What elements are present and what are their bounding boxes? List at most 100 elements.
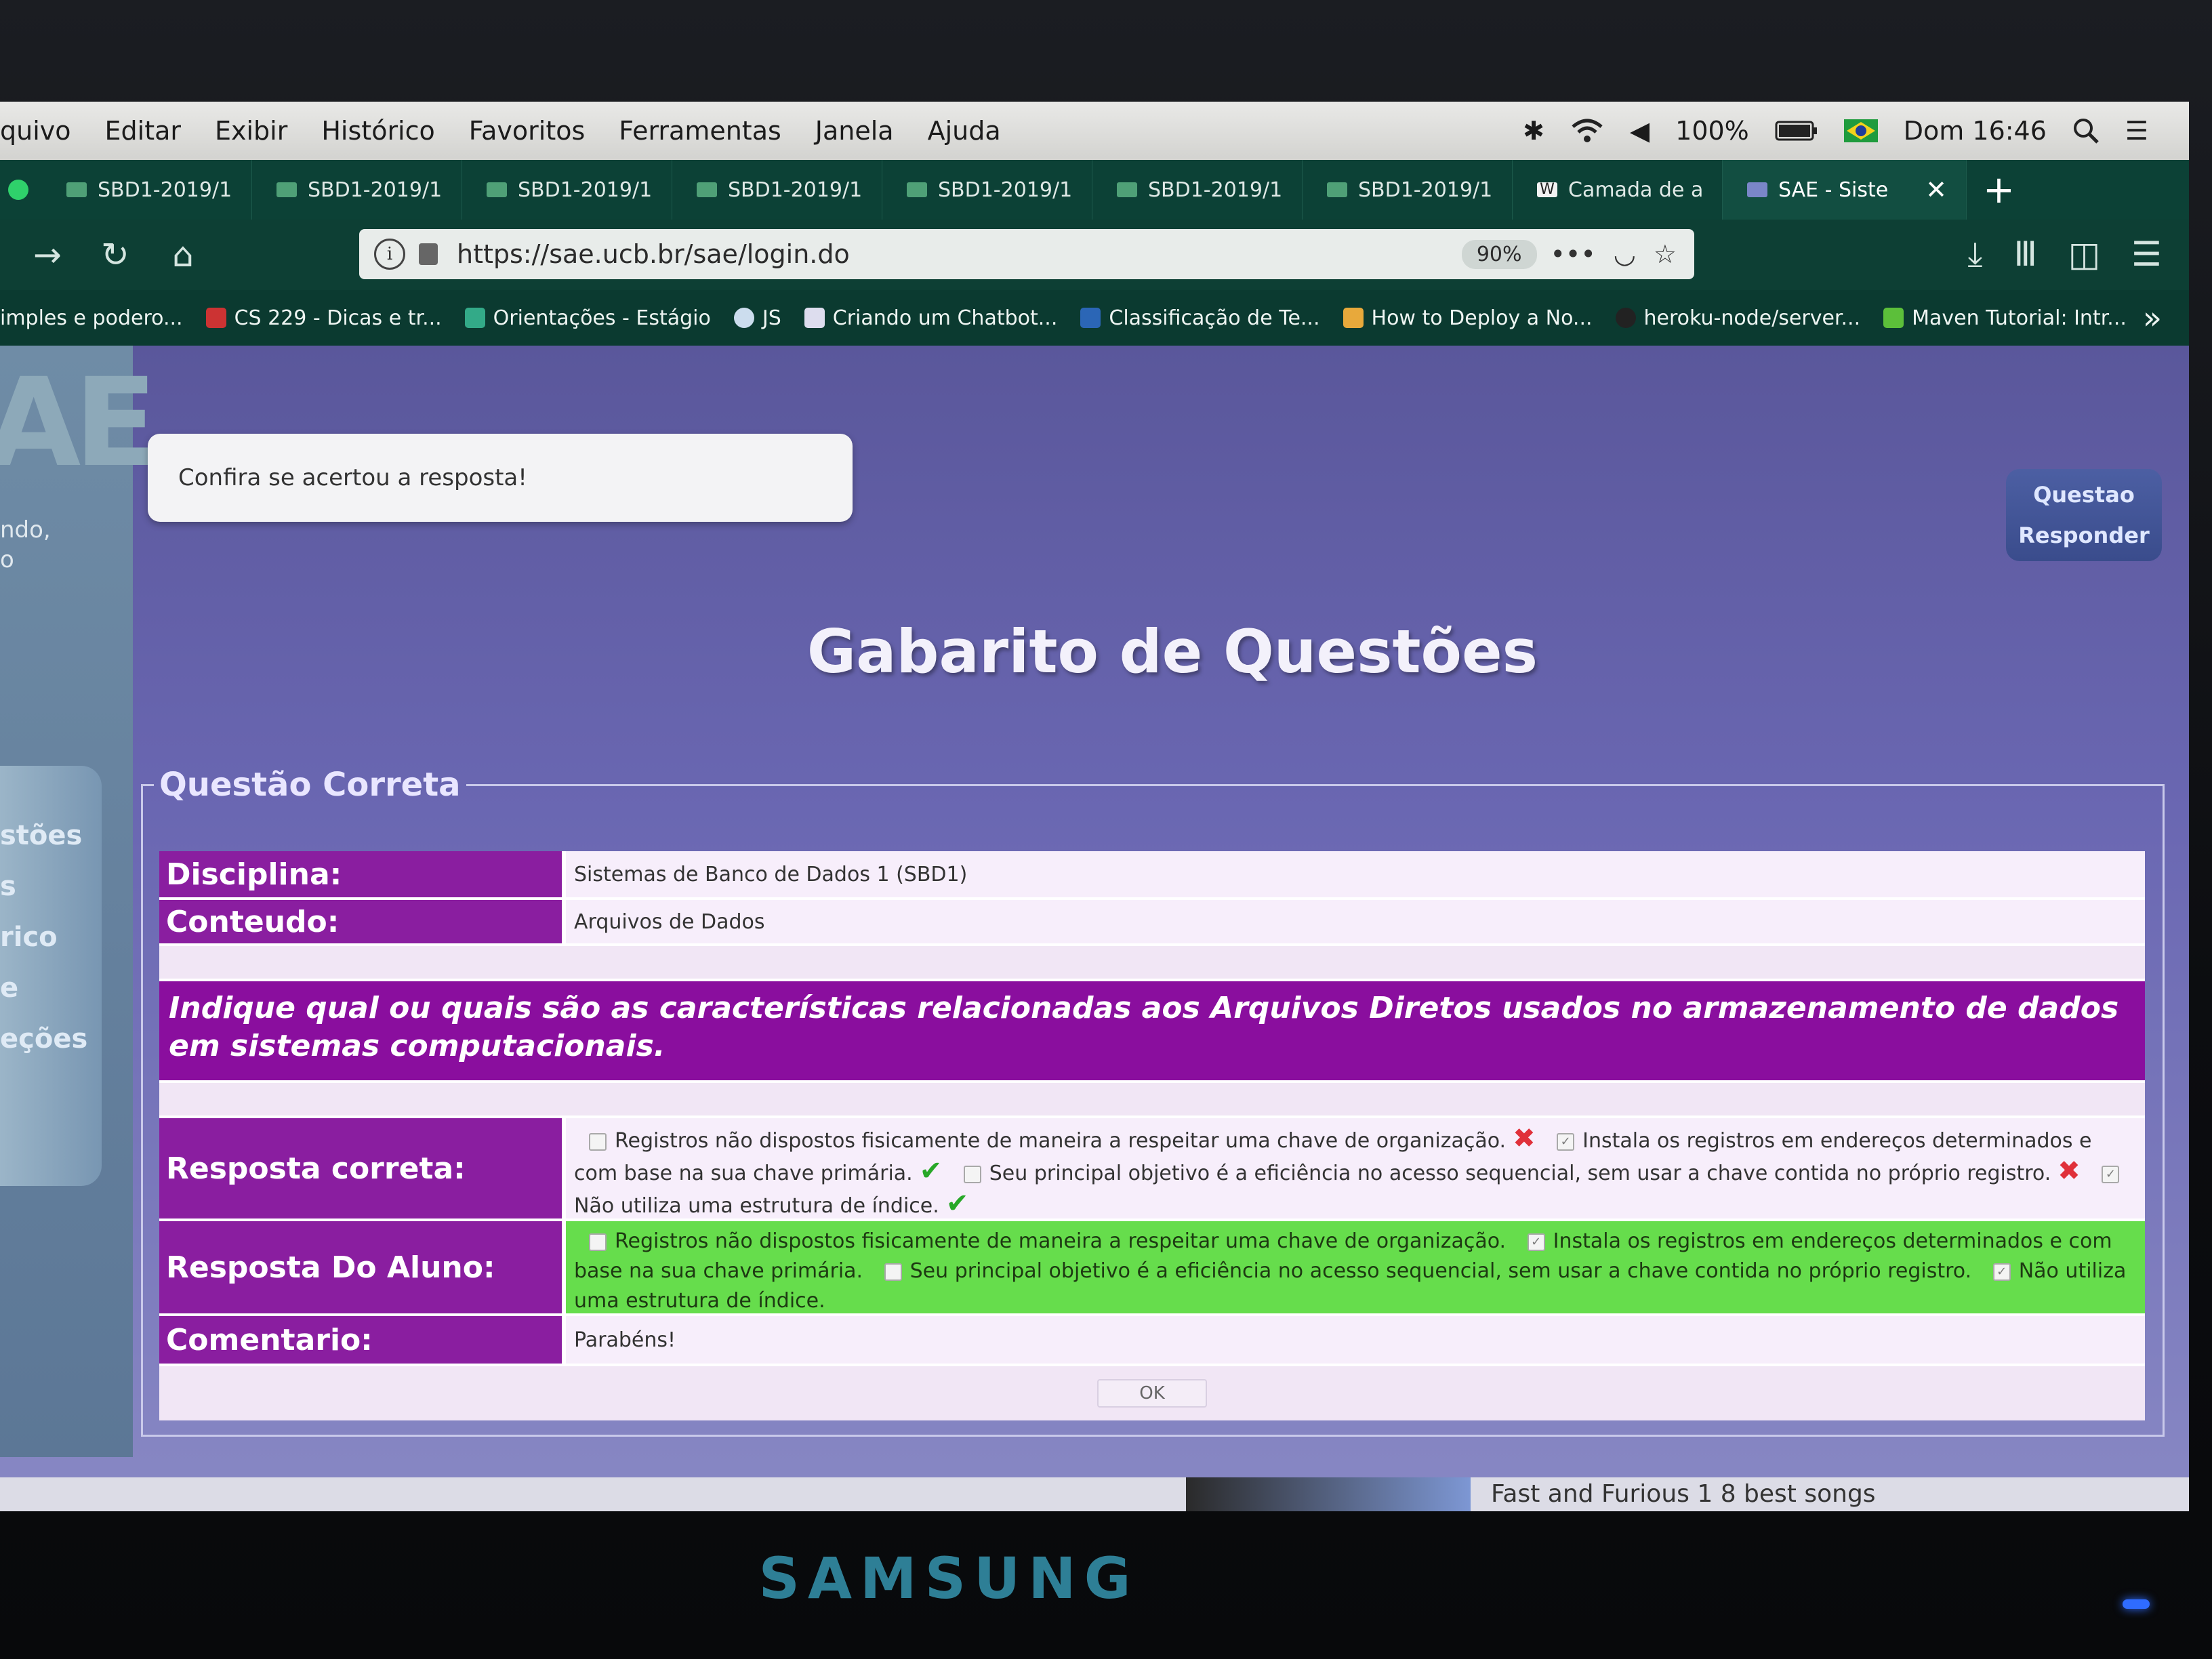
correct-option-3-checkbox[interactable]: [963, 1165, 981, 1183]
questao-button[interactable]: Questao: [2006, 482, 2162, 508]
spacer-row: [159, 946, 2145, 981]
menu-historico[interactable]: Histórico: [321, 116, 434, 146]
student-option-3-checkbox[interactable]: [884, 1263, 902, 1281]
media-thumbnail[interactable]: [1186, 1477, 1471, 1511]
tab-sbd1-5[interactable]: SBD1-2019/1: [882, 160, 1092, 220]
bluetooth-icon[interactable]: ✱: [1523, 116, 1544, 146]
bookmark-label: Maven Tutorial: Intr...: [1912, 306, 2127, 330]
bookmark-item[interactable]: Orientações - Estágio: [464, 306, 711, 330]
power-led: [2123, 1599, 2150, 1609]
zoom-level[interactable]: 90%: [1461, 239, 1537, 269]
volume-icon[interactable]: ◀: [1630, 116, 1650, 146]
left-panel-line: o: [0, 546, 14, 573]
sidebar-icon[interactable]: ◫: [2068, 234, 2100, 274]
bookmark-item[interactable]: Maven Tutorial: Intr...: [1883, 306, 2127, 330]
menu-icon[interactable]: ☰: [2131, 234, 2162, 274]
student-option-1-checkbox[interactable]: [589, 1233, 607, 1251]
correct-option-1-checkbox[interactable]: [589, 1132, 607, 1151]
pocket-icon[interactable]: ◡: [1614, 239, 1636, 269]
bookmark-item[interactable]: Criando um Chatbot...: [804, 306, 1057, 330]
ok-button[interactable]: OK: [1097, 1379, 1207, 1408]
conteudo-label: Conteudo:: [159, 900, 566, 943]
bookmark-item[interactable]: How to Deploy a No...: [1343, 306, 1593, 330]
library-icon[interactable]: Ⅲ: [2013, 234, 2036, 274]
menu-ferramentas[interactable]: Ferramentas: [619, 116, 781, 146]
tab-sbd1-1[interactable]: SBD1-2019/1: [42, 160, 252, 220]
bookmark-label: imples e podero...: [0, 306, 183, 330]
menu-favoritos[interactable]: Favoritos: [469, 116, 586, 146]
home-icon[interactable]: ⌂: [163, 235, 203, 274]
menu-janela[interactable]: Janela: [815, 116, 894, 146]
table-row: Disciplina: Sistemas de Banco de Dados 1…: [159, 851, 2145, 900]
wifi-icon[interactable]: [1570, 117, 1604, 144]
navigation-bar: → ↻ ⌂ i https://sae.ucb.br/sae/login.do …: [0, 220, 2189, 290]
tab-favicon-icon: [907, 182, 927, 197]
correct-option-2-checkbox[interactable]: ✓: [1557, 1132, 1575, 1151]
check-mark-icon: ✔: [945, 1188, 969, 1219]
tab-sbd1-6[interactable]: SBD1-2019/1: [1092, 160, 1303, 220]
battery-icon[interactable]: [1775, 120, 1818, 142]
student-option-2-checkbox[interactable]: ✓: [1527, 1233, 1545, 1251]
tab-close-icon[interactable]: ✕: [1925, 175, 1947, 205]
tab-favicon-icon: [1327, 182, 1347, 197]
table-row: Resposta correta: Registros não disposto…: [159, 1118, 2145, 1221]
side-nav-item[interactable]: stões: [0, 820, 82, 851]
bookmark-label: heroku-node/server...: [1643, 306, 1861, 330]
correct-option-1-text: Registros não dispostos fisicamente de m…: [615, 1129, 1507, 1153]
side-nav-item[interactable]: eções: [0, 1023, 87, 1054]
tab-sbd1-2[interactable]: SBD1-2019/1: [252, 160, 462, 220]
download-icon[interactable]: ⤓: [1967, 234, 1982, 274]
menu-editar[interactable]: Editar: [105, 116, 182, 146]
clock[interactable]: Dom 16:46: [1904, 116, 2047, 146]
bookmark-item[interactable]: JS: [733, 306, 781, 330]
tab-camada[interactable]: W Camada de a: [1513, 160, 1723, 220]
student-option-4-checkbox[interactable]: ✓: [1992, 1263, 2011, 1281]
student-option-1-text: Registros não dispostos fisicamente de m…: [615, 1229, 1507, 1253]
fieldset-legend: Questão Correta: [159, 766, 461, 804]
notification-center-icon[interactable]: ☰: [2125, 116, 2148, 146]
side-nav-item[interactable]: rico: [0, 922, 58, 953]
window-close-dot[interactable]: [8, 180, 28, 200]
tab-label: SBD1-2019/1: [518, 178, 653, 202]
bookmark-item[interactable]: heroku-node/server...: [1615, 306, 1861, 330]
tab-sbd1-7[interactable]: SBD1-2019/1: [1303, 160, 1513, 220]
menu-ajuda[interactable]: Ajuda: [928, 116, 1001, 146]
site-info-icon[interactable]: i: [374, 239, 405, 270]
bookmark-label: CS 229 - Dicas e tr...: [234, 306, 442, 330]
bookmarks-overflow-icon[interactable]: »: [2143, 300, 2162, 336]
menu-arquivo[interactable]: quivo: [0, 116, 71, 146]
media-title[interactable]: Fast and Furious 1 8 best songs: [1491, 1480, 1876, 1508]
reload-icon[interactable]: ↻: [95, 235, 136, 274]
page-actions-icon[interactable]: •••: [1551, 239, 1596, 269]
side-nav-item[interactable]: s: [0, 871, 16, 902]
tab-sbd1-4[interactable]: SBD1-2019/1: [672, 160, 882, 220]
tab-favicon-icon: [1117, 182, 1137, 197]
responder-button[interactable]: Responder: [2006, 523, 2162, 548]
url-text[interactable]: https://sae.ucb.br/sae/login.do: [457, 239, 850, 269]
monitor-brand-logo: SAMSUNG: [758, 1545, 1139, 1612]
page-title: Gabarito de Questões: [806, 617, 1538, 687]
bookmark-item[interactable]: imples e podero...: [0, 306, 183, 330]
ok-bar: OK: [159, 1366, 2145, 1420]
wikipedia-favicon-icon: W: [1537, 182, 1557, 197]
bookmark-item[interactable]: Classificação de Te...: [1080, 306, 1320, 330]
side-nav-item[interactable]: e: [0, 972, 18, 1004]
bookmark-item[interactable]: CS 229 - Dicas e tr...: [205, 306, 442, 330]
tab-sae-active[interactable]: SAE - Siste ✕: [1723, 160, 1967, 220]
question-nav-buttons: Questao Responder: [2006, 469, 2162, 561]
spotlight-search-icon[interactable]: [2072, 117, 2100, 144]
bookmark-star-icon[interactable]: ☆: [1654, 239, 1677, 269]
back-icon[interactable]: →: [27, 235, 68, 274]
feedback-message: Confira se acertou a resposta!: [178, 464, 527, 491]
correct-option-4-checkbox[interactable]: ✓: [2102, 1165, 2120, 1183]
tab-label: SBD1-2019/1: [98, 178, 232, 202]
address-bar[interactable]: i https://sae.ucb.br/sae/login.do 90% ••…: [359, 229, 1694, 279]
new-tab-button[interactable]: +: [1983, 168, 2015, 212]
menu-exibir[interactable]: Exibir: [215, 116, 287, 146]
bookmark-favicon-icon: [1883, 308, 1904, 328]
lock-icon[interactable]: [419, 243, 438, 265]
wrong-mark-icon: ✖: [2057, 1155, 2081, 1187]
table-row: Resposta Do Aluno: Registros não dispost…: [159, 1221, 2145, 1316]
flag-brazil-icon[interactable]: [1843, 119, 1878, 142]
tab-sbd1-3[interactable]: SBD1-2019/1: [462, 160, 672, 220]
